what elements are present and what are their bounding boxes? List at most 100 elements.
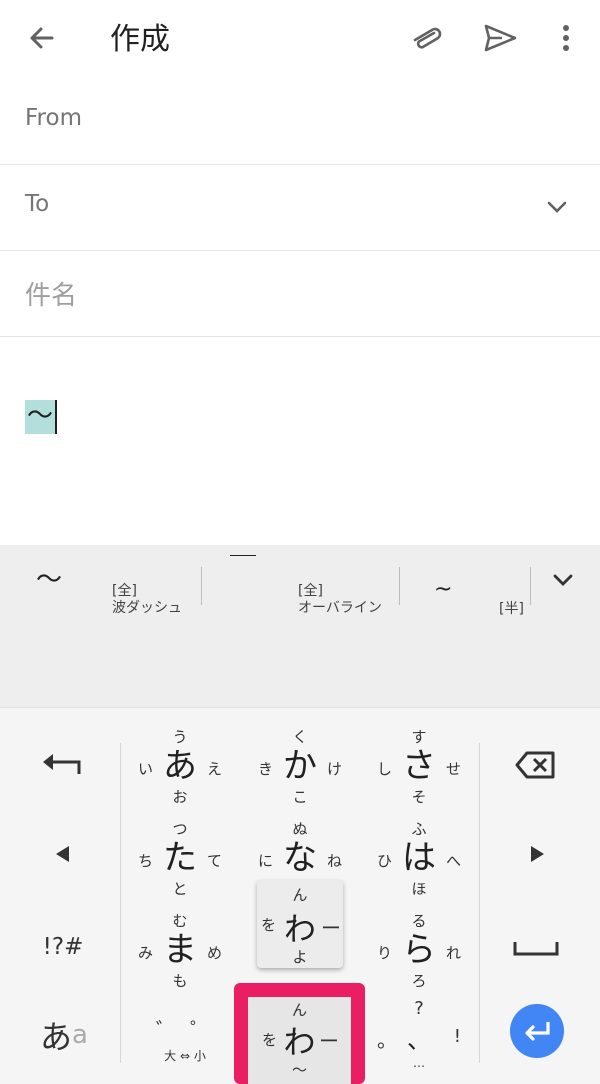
kana-key-ha[interactable]: ふ ひ は へ ほ [359, 814, 479, 904]
candidate-text: ~ [434, 577, 453, 602]
app-bar: 作成 [0, 0, 600, 76]
candidate-item[interactable]: [全] オーバライン [298, 583, 382, 617]
candidate-divider [399, 567, 400, 605]
right-triangle-icon [531, 846, 544, 862]
dakuten-key[interactable]: ゛ ゜ 大 ⇔ 小 [140, 1004, 230, 1074]
candidate-item[interactable]: 〜 [36, 565, 62, 595]
candidate-tag: [半] [499, 601, 524, 617]
candidate-note: オーバライン [298, 600, 382, 616]
space-key[interactable] [508, 922, 564, 972]
kana-key-sa[interactable]: す し さ せ そ [359, 722, 479, 812]
undo-key[interactable] [30, 740, 94, 790]
flick-down: よ [292, 948, 308, 966]
flick-down: そ [411, 788, 427, 806]
subject-field[interactable]: 件名 [0, 251, 600, 337]
mode-label-sub: a [72, 1020, 88, 1050]
input-mode-key[interactable]: あ a [24, 1010, 104, 1060]
flick-right: ー [321, 916, 341, 940]
enter-key[interactable] [510, 1004, 564, 1058]
size-toggle-label: 大 ⇔ 小 [164, 1049, 206, 1063]
flick-right: て [206, 852, 222, 870]
candidate-item[interactable]: [半] [499, 601, 524, 618]
kana-key-wa-popup: ん を わ ー よ [257, 880, 343, 968]
candidate-item[interactable]: ~ [434, 575, 452, 605]
page-title: 作成 [110, 22, 170, 57]
flick-down: こ [292, 788, 308, 806]
key-center: ま [163, 930, 197, 970]
candidate-divider [530, 567, 531, 605]
chevron-down-icon[interactable] [543, 193, 571, 221]
dakuten-symbols: ゛ ゜ [155, 1018, 215, 1042]
space-icon [513, 942, 559, 956]
cursor-left-key[interactable] [40, 832, 84, 876]
punctuation-key[interactable]: ? 。 、 ! … [359, 994, 479, 1084]
kana-key-ta[interactable]: つ ち た て と [120, 814, 240, 904]
flick-right: へ [445, 852, 461, 870]
left-triangle-icon [56, 846, 69, 862]
from-field[interactable]: From [0, 79, 600, 165]
flick-right: ね [326, 852, 342, 870]
conversion-candidate-bar: 〜 [全] 波ダッシュ ￣ [全] オーバライン ~ [半] [0, 545, 600, 707]
flick-right: め [206, 944, 222, 962]
flick-down: ろ [411, 972, 427, 990]
candidate-text: 〜 [36, 565, 63, 595]
key-center: た [163, 838, 197, 878]
flick-down: 〜 [291, 1061, 307, 1079]
flick-down: も [172, 972, 188, 990]
kana-key-ma[interactable]: む み ま め も [120, 906, 240, 996]
to-label: To [25, 191, 50, 217]
candidate-note: 波ダッシュ [112, 600, 182, 616]
compose-body-selected-text[interactable]: 〜 [25, 400, 58, 434]
backspace-icon [515, 751, 555, 779]
mode-label-main: あ [40, 1018, 73, 1056]
kana-key-a[interactable]: う い あ え お [120, 722, 240, 812]
undo-arrow-icon [43, 754, 81, 774]
key-center: な [283, 838, 317, 878]
kana-key-ka[interactable]: く き か け こ [240, 722, 360, 812]
candidate-divider [201, 567, 202, 605]
candidate-item[interactable]: [全] 波ダッシュ [112, 583, 182, 617]
flick-right: け [326, 760, 342, 778]
kana-key-wa[interactable]: ん を わ ー 〜 [248, 997, 351, 1084]
cursor-right-key[interactable] [516, 832, 560, 876]
flick-up: つ [172, 820, 188, 838]
flick-right: ! [453, 1026, 461, 1047]
symbols-key[interactable]: !?# [28, 922, 98, 972]
flick-right: れ [445, 944, 461, 962]
candidate-tag: [全] [298, 583, 323, 599]
flick-up: む [172, 912, 188, 930]
flick-up: ぬ [292, 820, 308, 838]
back-arrow-icon[interactable] [22, 18, 62, 58]
candidate-text: ￣ [230, 555, 257, 585]
key-center: は [402, 838, 436, 878]
flick-up: ん [292, 886, 308, 904]
key-center: さ [402, 746, 436, 786]
flick-up: く [292, 728, 308, 746]
send-icon[interactable] [480, 18, 520, 58]
enter-arrow-icon [525, 1022, 550, 1041]
flick-up: す [411, 728, 427, 746]
more-vert-icon[interactable] [553, 18, 579, 58]
candidate-item[interactable]: ￣ [230, 555, 256, 585]
flick-down: お [172, 788, 188, 806]
flick-up: ふ [411, 820, 427, 838]
flick-right: せ [445, 760, 461, 778]
flick-up: ? [414, 998, 424, 1019]
attach-icon[interactable] [408, 18, 448, 58]
kana-key-wa-highlighted[interactable]: ん を わ ー 〜 [234, 983, 365, 1084]
key-center: か [283, 746, 317, 786]
expand-candidates-icon[interactable] [548, 565, 578, 595]
flick-up: う [172, 728, 188, 746]
from-label: From [25, 105, 82, 131]
flick-down: と [172, 880, 188, 898]
flick-down: ほ [411, 880, 427, 898]
keyboard-divider [479, 743, 480, 1063]
subject-placeholder: 件名 [25, 281, 78, 311]
flick-right: ー [319, 1029, 339, 1053]
backspace-key[interactable] [508, 740, 564, 790]
key-center: ら [402, 930, 436, 970]
kana-key-ra[interactable]: る り ら れ ろ [359, 906, 479, 996]
candidate-tag: [全] [112, 583, 137, 599]
flick-right: え [206, 760, 222, 778]
to-field[interactable]: To [0, 165, 600, 251]
